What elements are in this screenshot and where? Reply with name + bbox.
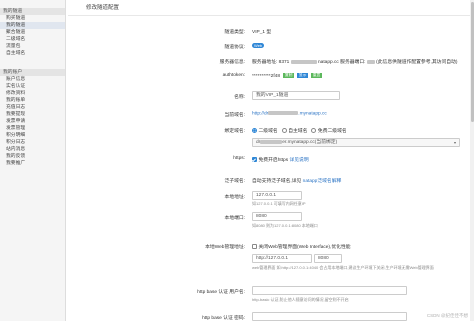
protocol-label: 隧道协议: bbox=[224, 45, 245, 50]
current-domain-value: http://dr .mynatapp.cc bbox=[252, 111, 327, 116]
current-domain-redacted bbox=[268, 111, 299, 115]
pan-domain-label: 泛子域名: bbox=[224, 179, 245, 184]
basic-user-input[interactable] bbox=[252, 286, 407, 295]
server-info-label: 服务器信息: bbox=[219, 60, 245, 65]
sidebar-item-edit-profile[interactable]: 修改资料 bbox=[0, 90, 65, 97]
local-port-input[interactable]: 8080 bbox=[252, 212, 302, 221]
server-address-prefix: 服务器地址: 8371 bbox=[252, 60, 290, 65]
page-title: 修改隧道配置 bbox=[68, 0, 474, 16]
main-panel: 修改隧道配置 隧道类型: VIP_1 型 隧道协议: Web 服务器信息: 服务… bbox=[68, 0, 474, 321]
radio-subdomain-label: 二级域名 bbox=[258, 129, 278, 134]
web-ui-checkbox-text: 关闭Web管理界面(Web Interface),优化性能 bbox=[258, 245, 351, 250]
local-addr-hint: 如127.0.0.1 可填写内网任意IP bbox=[252, 201, 306, 206]
https-link[interactable]: 详见说明 bbox=[289, 158, 308, 163]
https-checkbox[interactable] bbox=[252, 157, 257, 163]
web-ui-hint: web管理界面 如:http://127.0.0.1:4040 会占用本地端口,… bbox=[252, 265, 434, 270]
authtoken-value: **********2f48 bbox=[252, 73, 281, 79]
pan-domain-text: 自动支持泛子域名,详见 bbox=[252, 179, 302, 184]
sidebar-item-bills[interactable]: 我的账单 bbox=[0, 97, 65, 104]
sidebar-item-traffic-pack[interactable]: 流量包 bbox=[0, 43, 65, 50]
bind-domain-select-suffix: er.mynatapp.cc(当前绑定) bbox=[282, 140, 338, 145]
server-address-redacted bbox=[290, 59, 317, 64]
authtoken-value-wrap: **********2f48 复制 显示 重置 bbox=[252, 73, 322, 79]
sidebar-item-account-info[interactable]: 账户信息 bbox=[0, 76, 65, 83]
basic-pass-input[interactable] bbox=[252, 312, 407, 321]
web-ui-toggle: 关闭Web管理界面(Web Interface),优化性能 bbox=[252, 243, 351, 250]
web-ui-port-input[interactable]: 8080 bbox=[314, 254, 342, 263]
name-label: 名称: bbox=[234, 95, 245, 100]
radio-free-subdomain-label: 免费二级域名 bbox=[317, 129, 347, 134]
sidebar-item-my-tunnels[interactable]: 我的隧道 bbox=[0, 22, 65, 29]
watermark: CSDN @纪佳佳不想 bbox=[426, 313, 468, 318]
sidebar-item-recharge-log[interactable]: 充值日志 bbox=[0, 104, 65, 111]
protocol-badge: Web bbox=[252, 43, 265, 48]
web-ui-label: 本地Web管理地址: bbox=[205, 245, 245, 250]
bind-domain-select[interactable]: dr er.mynatapp.cc(当前绑定) ▾ bbox=[252, 138, 460, 147]
pan-domain-link[interactable]: natapp泛域名解释 bbox=[303, 179, 342, 184]
https-label: https: bbox=[233, 156, 245, 161]
basic-pass-label: http base 认证 密码: bbox=[202, 316, 245, 321]
radio-own-domain[interactable] bbox=[281, 128, 287, 134]
protocol-value: Web bbox=[252, 43, 265, 49]
bind-domain-label: 绑定域名: bbox=[224, 129, 245, 134]
local-port-hint: 如8080 则为127.0.0.1:8080 本地端口 bbox=[252, 223, 318, 228]
pan-domain-value: 自动支持泛子域名,详见 natapp泛域名解释 bbox=[252, 177, 341, 184]
sidebar: 我的隧道 购买隧道 我的隧道 聚合隧道 二级域名 流量包 自主域名 我的账户 账… bbox=[0, 0, 66, 321]
sidebar-section-tunnels: 我的隧道 bbox=[0, 8, 65, 15]
sidebar-item-feedback[interactable]: 我的反馈 bbox=[0, 153, 65, 160]
sidebar-item-buy-tunnel[interactable]: 购买隧道 bbox=[0, 15, 65, 22]
authtoken-label: authtoken: bbox=[222, 73, 245, 78]
web-ui-checkbox[interactable] bbox=[252, 244, 257, 250]
web-ui-addr-input[interactable]: http://127.0.0.1 bbox=[252, 254, 312, 263]
sidebar-item-messages[interactable]: 站内消息 bbox=[0, 146, 65, 153]
server-info-value: 服务器地址: 8371 natapp.cc 服务器端口: (此信息供隧道作配置参… bbox=[252, 58, 457, 65]
sidebar-item-subdomains[interactable]: 二级域名 bbox=[0, 36, 65, 43]
basic-user-hint: http-basic 认证,防止他人随意访问的情况,留空则不开启 bbox=[252, 297, 349, 302]
server-info-note: (此信息供隧道作配置参考,其访问自动) bbox=[376, 60, 458, 65]
sidebar-item-verification[interactable]: 实名认证 bbox=[0, 83, 65, 90]
local-addr-input[interactable]: 127.0.0.1 bbox=[252, 191, 302, 200]
server-address-mid: natapp.cc 服务器端口: bbox=[318, 60, 366, 65]
sidebar-item-invoice-apply[interactable]: 发票申请 bbox=[0, 118, 65, 125]
radio-own-domain-label: 自主域名 bbox=[288, 129, 308, 134]
https-text: 免费开启https bbox=[258, 158, 289, 163]
tunnel-type-value: VIP_1 型 bbox=[252, 30, 272, 35]
authtoken-copy-button[interactable]: 复制 bbox=[283, 73, 294, 78]
sidebar-item-aggregate-tunnels[interactable]: 聚合隧道 bbox=[0, 29, 65, 36]
scrollbar-thumb[interactable] bbox=[470, 2, 474, 122]
server-port-redacted bbox=[366, 59, 375, 64]
sidebar-item-own-domain[interactable]: 自主域名 bbox=[0, 50, 65, 57]
current-domain-label: 当前域名: bbox=[224, 113, 245, 118]
chevron-down-icon: ▾ bbox=[453, 140, 456, 145]
current-domain-prefix[interactable]: http://dr bbox=[252, 111, 268, 116]
local-addr-label: 本地地址: bbox=[224, 195, 245, 200]
authtoken-show-button[interactable]: 显示 bbox=[297, 73, 308, 78]
name-input[interactable]: 我的VIP_1隧道 bbox=[252, 91, 340, 100]
sidebar-item-points-log[interactable]: 积分日志 bbox=[0, 139, 65, 146]
local-port-label: 本地端口: bbox=[224, 216, 245, 221]
sidebar-item-promote[interactable]: 我要推广 bbox=[0, 160, 65, 167]
current-domain-suffix[interactable]: .mynatapp.cc bbox=[298, 111, 327, 116]
tunnel-type-label: 隧道类型: bbox=[224, 30, 245, 35]
sidebar-item-withdraw[interactable]: 我要提现 bbox=[0, 111, 65, 118]
radio-free-subdomain[interactable] bbox=[311, 128, 317, 134]
authtoken-reset-button[interactable]: 重置 bbox=[311, 73, 322, 78]
sidebar-section-account: 我的账户 bbox=[0, 69, 65, 76]
bind-domain-select-redacted bbox=[260, 139, 283, 144]
bind-domain-options: 二级域名 自主域名 免费二级域名 bbox=[252, 127, 347, 134]
radio-subdomain[interactable] bbox=[252, 128, 257, 134]
sidebar-item-points-detail[interactable]: 积分明细 bbox=[0, 132, 65, 139]
basic-user-label: http base 认证 用户名: bbox=[197, 290, 245, 295]
https-value: 免费开启https 详见说明 bbox=[252, 156, 309, 163]
scrollbar[interactable] bbox=[470, 0, 474, 321]
sidebar-item-invoice-manage[interactable]: 发票管理 bbox=[0, 125, 65, 132]
